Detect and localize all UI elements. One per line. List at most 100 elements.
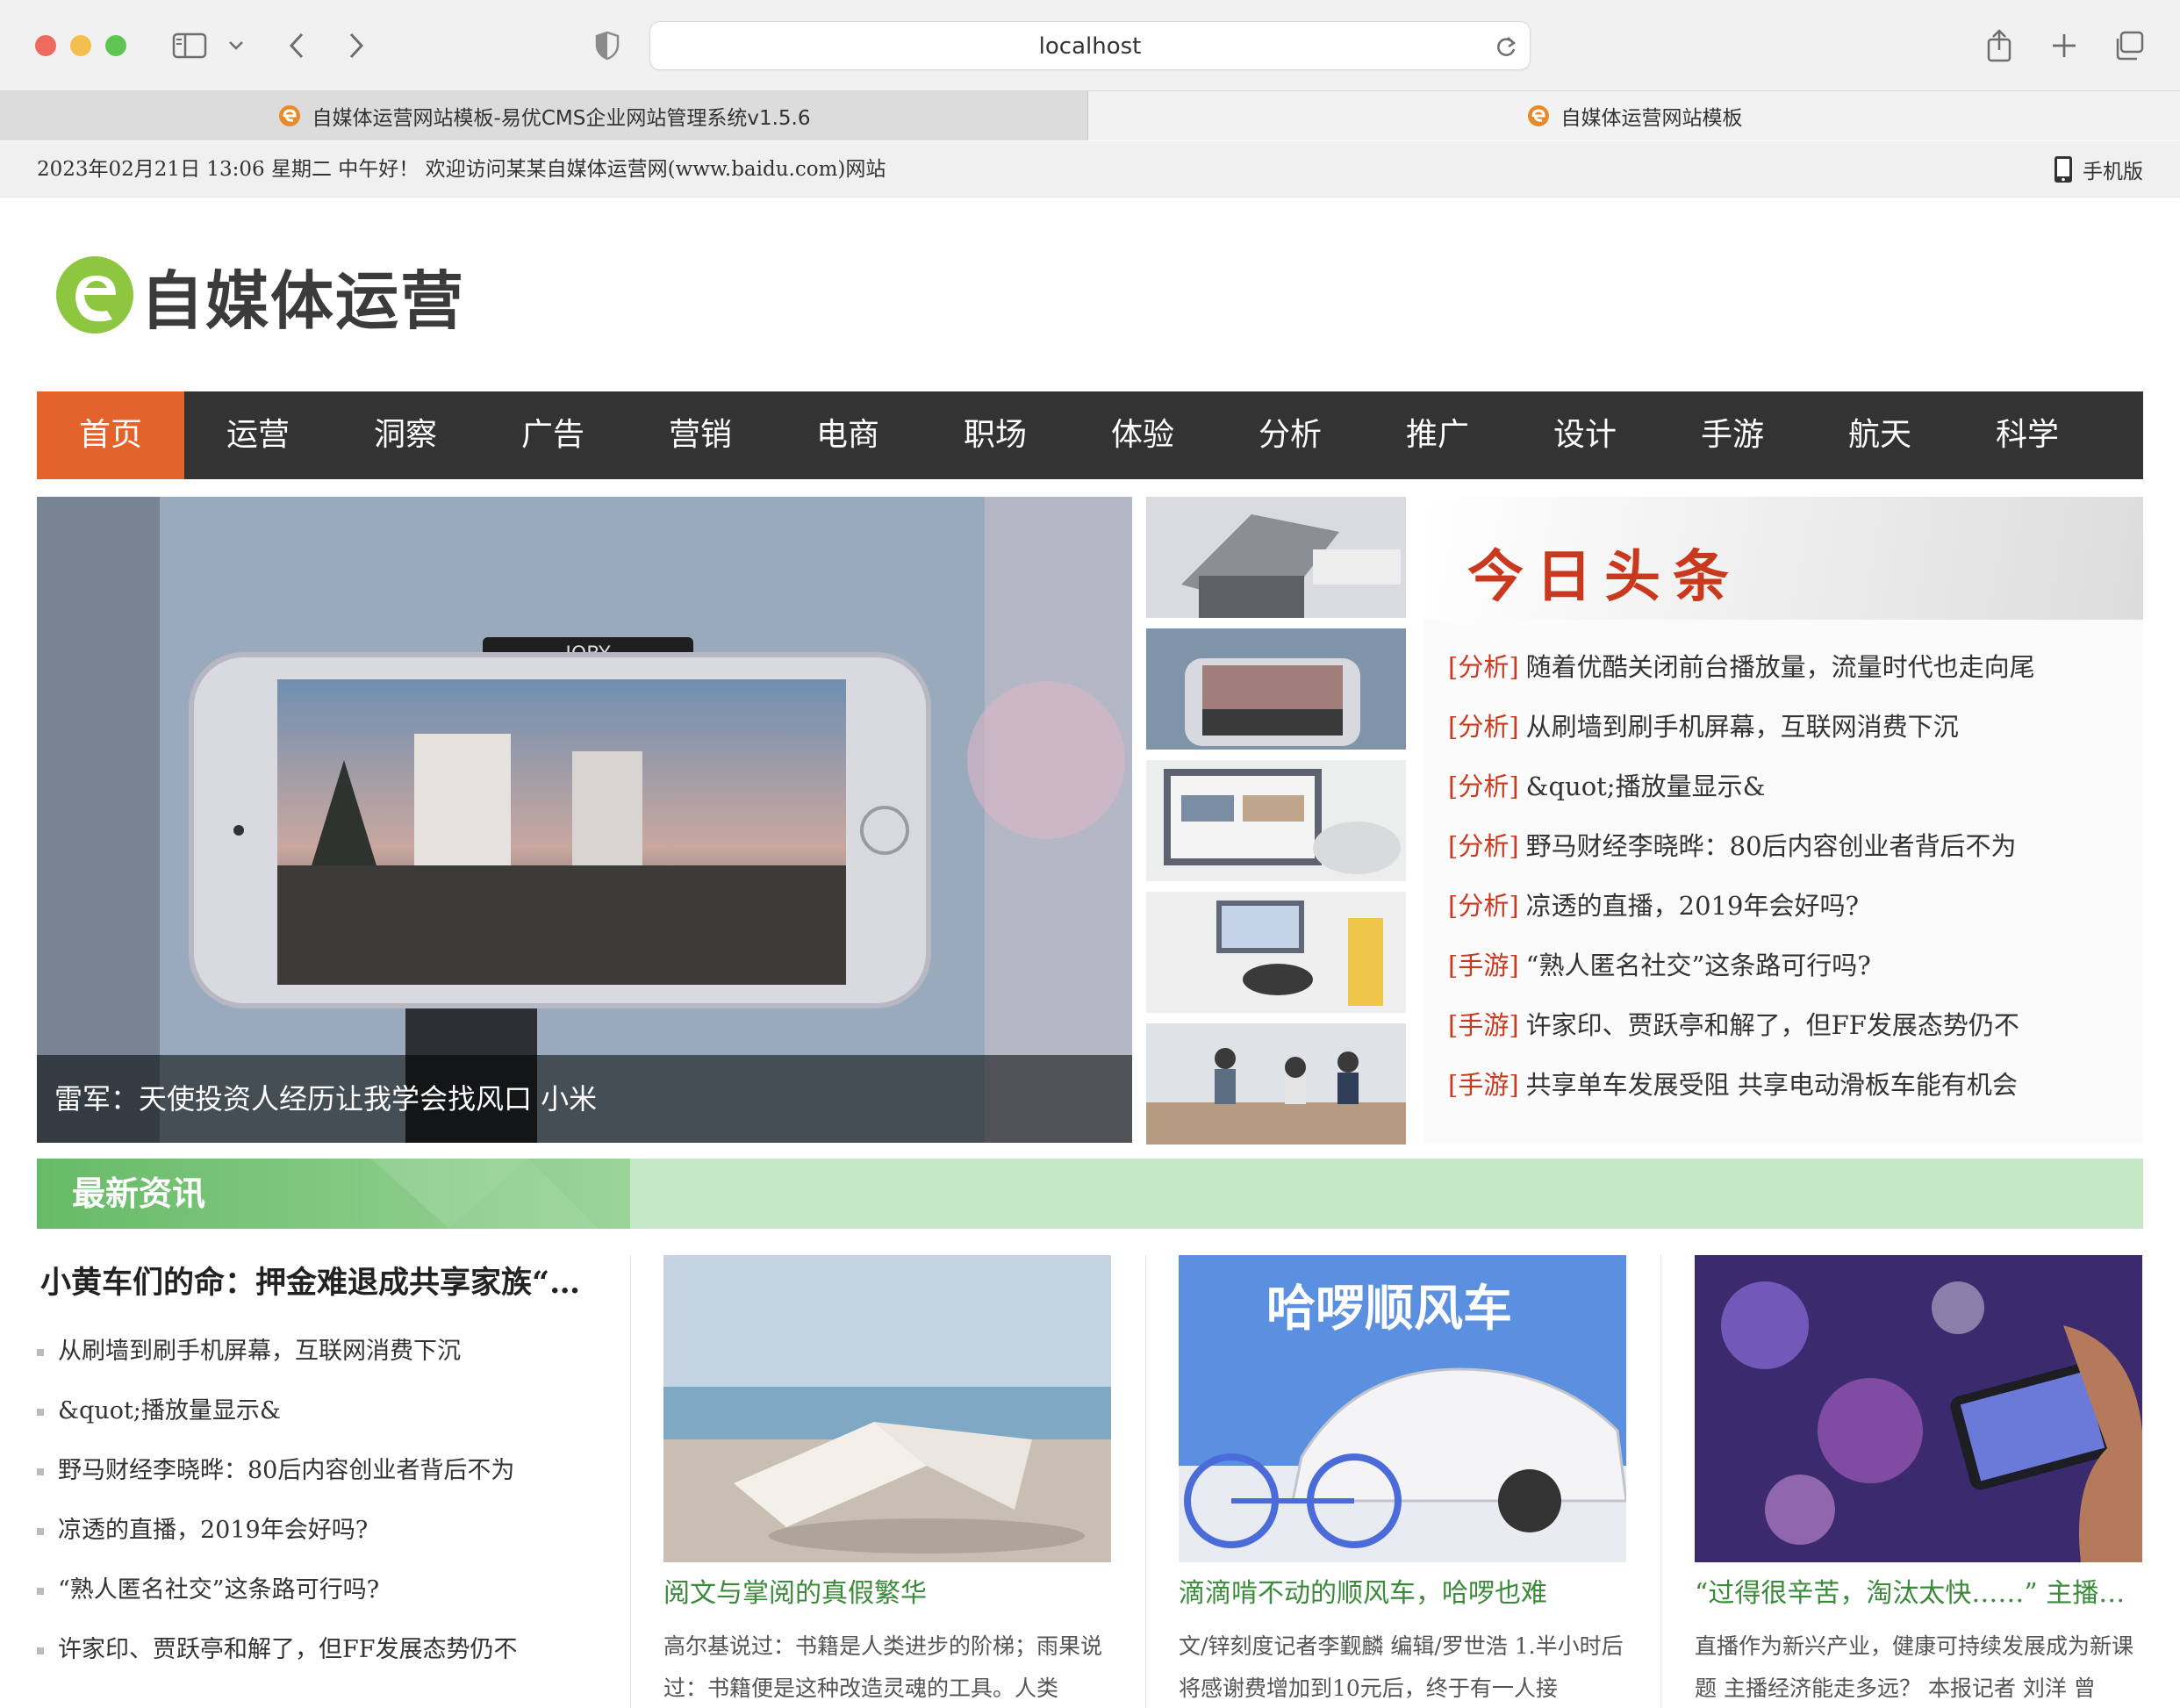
- tab-bar: 自媒体运营网站模板-易优CMS企业网站管理系统v1.5.6 自媒体运营网站模板: [0, 91, 2180, 140]
- headline-text[interactable]: &quot;播放量显示&: [1526, 771, 1766, 801]
- card-title[interactable]: 阅文与掌阅的真假繁华: [663, 1575, 1111, 1613]
- list-item[interactable]: 野马财经李晓晔：80后内容创业者背后不为: [37, 1441, 630, 1501]
- nav-item-design[interactable]: 设计: [1511, 391, 1659, 479]
- close-window-button[interactable]: [35, 35, 56, 56]
- thumbnail-laptop[interactable]: [1146, 497, 1406, 618]
- card-image-streaming[interactable]: [1695, 1255, 2142, 1562]
- headline-text[interactable]: 随着优酷关闭前台播放量，流量时代也走向尾: [1526, 652, 2035, 682]
- card-description: 直播作为新兴产业，健康可持续发展成为新课题 主播经济能走多远？ 本报记者 刘洋 …: [1695, 1633, 2134, 1701]
- eyoucms-favicon-icon: [1527, 105, 1549, 126]
- nav-item-mobile-games[interactable]: 手游: [1659, 391, 1806, 479]
- zoom-window-button[interactable]: [105, 35, 126, 56]
- column-divider: [630, 1255, 631, 1708]
- tab-cms[interactable]: 自媒体运营网站模板-易优CMS企业网站管理系统v1.5.6: [0, 91, 1088, 140]
- card-description: 高尔基说过：书籍是人类进步的阶梯；雨果说过：书籍便是这种改造灵魂的工具。人类: [663, 1633, 1103, 1701]
- thumbnail-notebook[interactable]: [1146, 892, 1406, 1013]
- nav-item-experience[interactable]: 体验: [1069, 391, 1216, 479]
- news-list: 从刷墙到刷手机屏幕，互联网消费下沉 &quot;播放量显示& 野马财经李晓晔：8…: [37, 1322, 630, 1680]
- nav-item-analysis[interactable]: 分析: [1216, 391, 1364, 479]
- latest-news-list-column: 小黄车们的命：押金难退成共享家族“… 从刷墙到刷手机屏幕，互联网消费下沉 &qu…: [37, 1255, 630, 1680]
- site-logo[interactable]: 自媒体运营: [53, 253, 465, 338]
- address-text[interactable]: localhost: [650, 22, 1530, 71]
- headline-item[interactable]: [分析] 凉透的直播，2019年会好吗?: [1448, 876, 2035, 936]
- tab-overview-icon[interactable]: [2112, 25, 2147, 67]
- mobile-phone-icon: [2055, 156, 2072, 183]
- headline-text[interactable]: 凉透的直播，2019年会好吗?: [1526, 891, 1859, 921]
- today-headlines: 今日头条 [分析] 随着优酷关闭前台播放量，流量时代也走向尾 [分析] 从刷墙到刷手…: [1423, 497, 2143, 1143]
- list-item[interactable]: “熟人匿名社交”这条路可行吗?: [37, 1561, 630, 1620]
- nav-item-science[interactable]: 科学: [1954, 391, 2101, 479]
- headline-text[interactable]: 共享单车发展受阻 共享电动滑板车能有机会: [1526, 1070, 2018, 1100]
- nav-item-marketing[interactable]: 营销: [627, 391, 774, 479]
- main-nav: 首页 运营 洞察 广告 营销 电商 职场 体验 分析 推广 设计 手游 航天 科…: [37, 391, 2143, 479]
- headline-category[interactable]: [分析]: [1448, 712, 1519, 742]
- section-title: 最新资讯: [72, 1173, 206, 1213]
- nav-item-operations[interactable]: 运营: [184, 391, 332, 479]
- nav-item-home[interactable]: 首页: [37, 391, 184, 479]
- nav-item-aerospace[interactable]: 航天: [1806, 391, 1954, 479]
- nav-item-promotion[interactable]: 推广: [1364, 391, 1511, 479]
- headline-list: [分析] 随着优酷关闭前台播放量，流量时代也走向尾 [分析] 从刷墙到刷手机屏幕，互…: [1448, 637, 2035, 1115]
- hero-caption[interactable]: 雷军：天使投资人经历让我学会找风口 小米: [37, 1055, 1132, 1143]
- card-title[interactable]: 滴滴啃不动的顺风车，哈啰也难: [1179, 1575, 1626, 1613]
- latest-news-tab[interactable]: 最新资讯: [37, 1159, 630, 1229]
- featured-news-title[interactable]: 小黄车们的命：押金难退成共享家族“…: [37, 1255, 630, 1311]
- headline-text[interactable]: “熟人匿名社交”这条路可行吗?: [1526, 951, 1871, 980]
- privacy-shield-icon[interactable]: [592, 25, 623, 67]
- tab-template[interactable]: 自媒体运营网站模板: [1088, 91, 2180, 140]
- card-title[interactable]: “过得很辛苦，淘汰太快……” 主播…: [1695, 1575, 2142, 1613]
- headline-item[interactable]: [手游] “熟人匿名社交”这条路可行吗?: [1448, 936, 2035, 995]
- hero-thumbnails: [1146, 497, 1406, 1155]
- new-tab-plus-icon[interactable]: [2047, 25, 2082, 67]
- news-card-streaming[interactable]: “过得很辛苦，淘汰太快……” 主播… 直播作为新兴产业，健康可持续发展成为新课题…: [1695, 1255, 2142, 1708]
- headline-category[interactable]: [手游]: [1448, 1010, 1519, 1040]
- headlines-banner: 今日头条: [1423, 497, 2143, 620]
- welcome-text: 2023年02月21日 13:06 星期二 中午好！ 欢迎访问某某自媒体运营网(…: [37, 158, 886, 181]
- share-icon[interactable]: [1982, 25, 2017, 67]
- headline-item[interactable]: [手游] 许家印、贾跃亭和解了，但FF发展态势仍不: [1448, 995, 2035, 1055]
- back-arrow-icon[interactable]: [279, 25, 314, 67]
- headline-text[interactable]: 野马财经李晓晔：80后内容创业者背后不为: [1526, 831, 2017, 861]
- headline-category[interactable]: [分析]: [1448, 831, 1519, 861]
- headline-item[interactable]: [分析] 随着优酷关闭前台播放量，流量时代也走向尾: [1448, 637, 2035, 697]
- headline-category[interactable]: [分析]: [1448, 771, 1519, 801]
- forward-arrow-icon[interactable]: [339, 25, 374, 67]
- card-description: 文/锌刻度记者李觐麟 编辑/罗世浩 1.半小时后将感谢费增加到10元后，终于有一…: [1179, 1633, 1624, 1701]
- headline-item[interactable]: [分析] 从刷墙到刷手机屏幕，互联网消费下沉: [1448, 697, 2035, 757]
- card-image-carpool[interactable]: 哈啰顺风车: [1179, 1255, 1626, 1562]
- headline-item[interactable]: [分析] &quot;播放量显示&: [1448, 757, 2035, 816]
- nav-item-ads[interactable]: 广告: [479, 391, 627, 479]
- nav-item-ecommerce[interactable]: 电商: [774, 391, 921, 479]
- headline-item[interactable]: [分析] 野马财经李晓晔：80后内容创业者背后不为: [1448, 816, 2035, 876]
- logo-e-icon: [56, 256, 133, 334]
- mobile-version-link[interactable]: 手机版: [2053, 141, 2143, 197]
- headline-category[interactable]: [分析]: [1448, 652, 1519, 682]
- latest-news-bar: 最新资讯: [37, 1159, 2143, 1229]
- hero-slider[interactable]: JOBY 雷军：天使投资人经历让我学会找风口 小米: [37, 497, 1132, 1143]
- thumbnail-team[interactable]: [1146, 1023, 1406, 1145]
- news-card-book[interactable]: 阅文与掌阅的真假繁华 高尔基说过：书籍是人类进步的阶梯；雨果说过：书籍便是这种改…: [663, 1255, 1111, 1708]
- headline-text[interactable]: 从刷墙到刷手机屏幕，互联网消费下沉: [1526, 712, 1959, 742]
- thumbnail-phone[interactable]: [1146, 628, 1406, 750]
- nav-item-workplace[interactable]: 职场: [921, 391, 1069, 479]
- reload-icon[interactable]: [1495, 34, 1517, 62]
- thumbnail-laptop-desk[interactable]: [1146, 760, 1406, 881]
- headline-text[interactable]: 许家印、贾跃亭和解了，但FF发展态势仍不: [1526, 1010, 2019, 1040]
- card-image-book[interactable]: [663, 1255, 1111, 1562]
- chevron-down-icon[interactable]: [223, 25, 249, 67]
- sidebar-toggle-icon[interactable]: [169, 25, 211, 67]
- site-topbar: 2023年02月21日 13:06 星期二 中午好！ 欢迎访问某某自媒体运营网(…: [0, 141, 2180, 197]
- nav-item-insight[interactable]: 洞察: [332, 391, 479, 479]
- headline-category[interactable]: [手游]: [1448, 951, 1519, 980]
- news-card-carpool[interactable]: 哈啰顺风车 滴滴啃不动的顺风车，哈啰也难 文/锌刻度记者李觐麟 编辑/罗世浩 1…: [1179, 1255, 1626, 1708]
- minimize-window-button[interactable]: [70, 35, 91, 56]
- headline-category[interactable]: [手游]: [1448, 1070, 1519, 1100]
- list-item[interactable]: &quot;播放量显示&: [37, 1381, 630, 1441]
- headline-item[interactable]: [手游] 共享单车发展受阻 共享电动滑板车能有机会: [1448, 1055, 2035, 1115]
- address-bar[interactable]: localhost: [649, 21, 1531, 70]
- tab-label: 自媒体运营网站模板: [1560, 107, 1743, 130]
- list-item[interactable]: 许家印、贾跃亭和解了，但FF发展态势仍不: [37, 1620, 630, 1680]
- list-item[interactable]: 从刷墙到刷手机屏幕，互联网消费下沉: [37, 1322, 630, 1381]
- list-item[interactable]: 凉透的直播，2019年会好吗?: [37, 1501, 630, 1561]
- headline-category[interactable]: [分析]: [1448, 891, 1519, 921]
